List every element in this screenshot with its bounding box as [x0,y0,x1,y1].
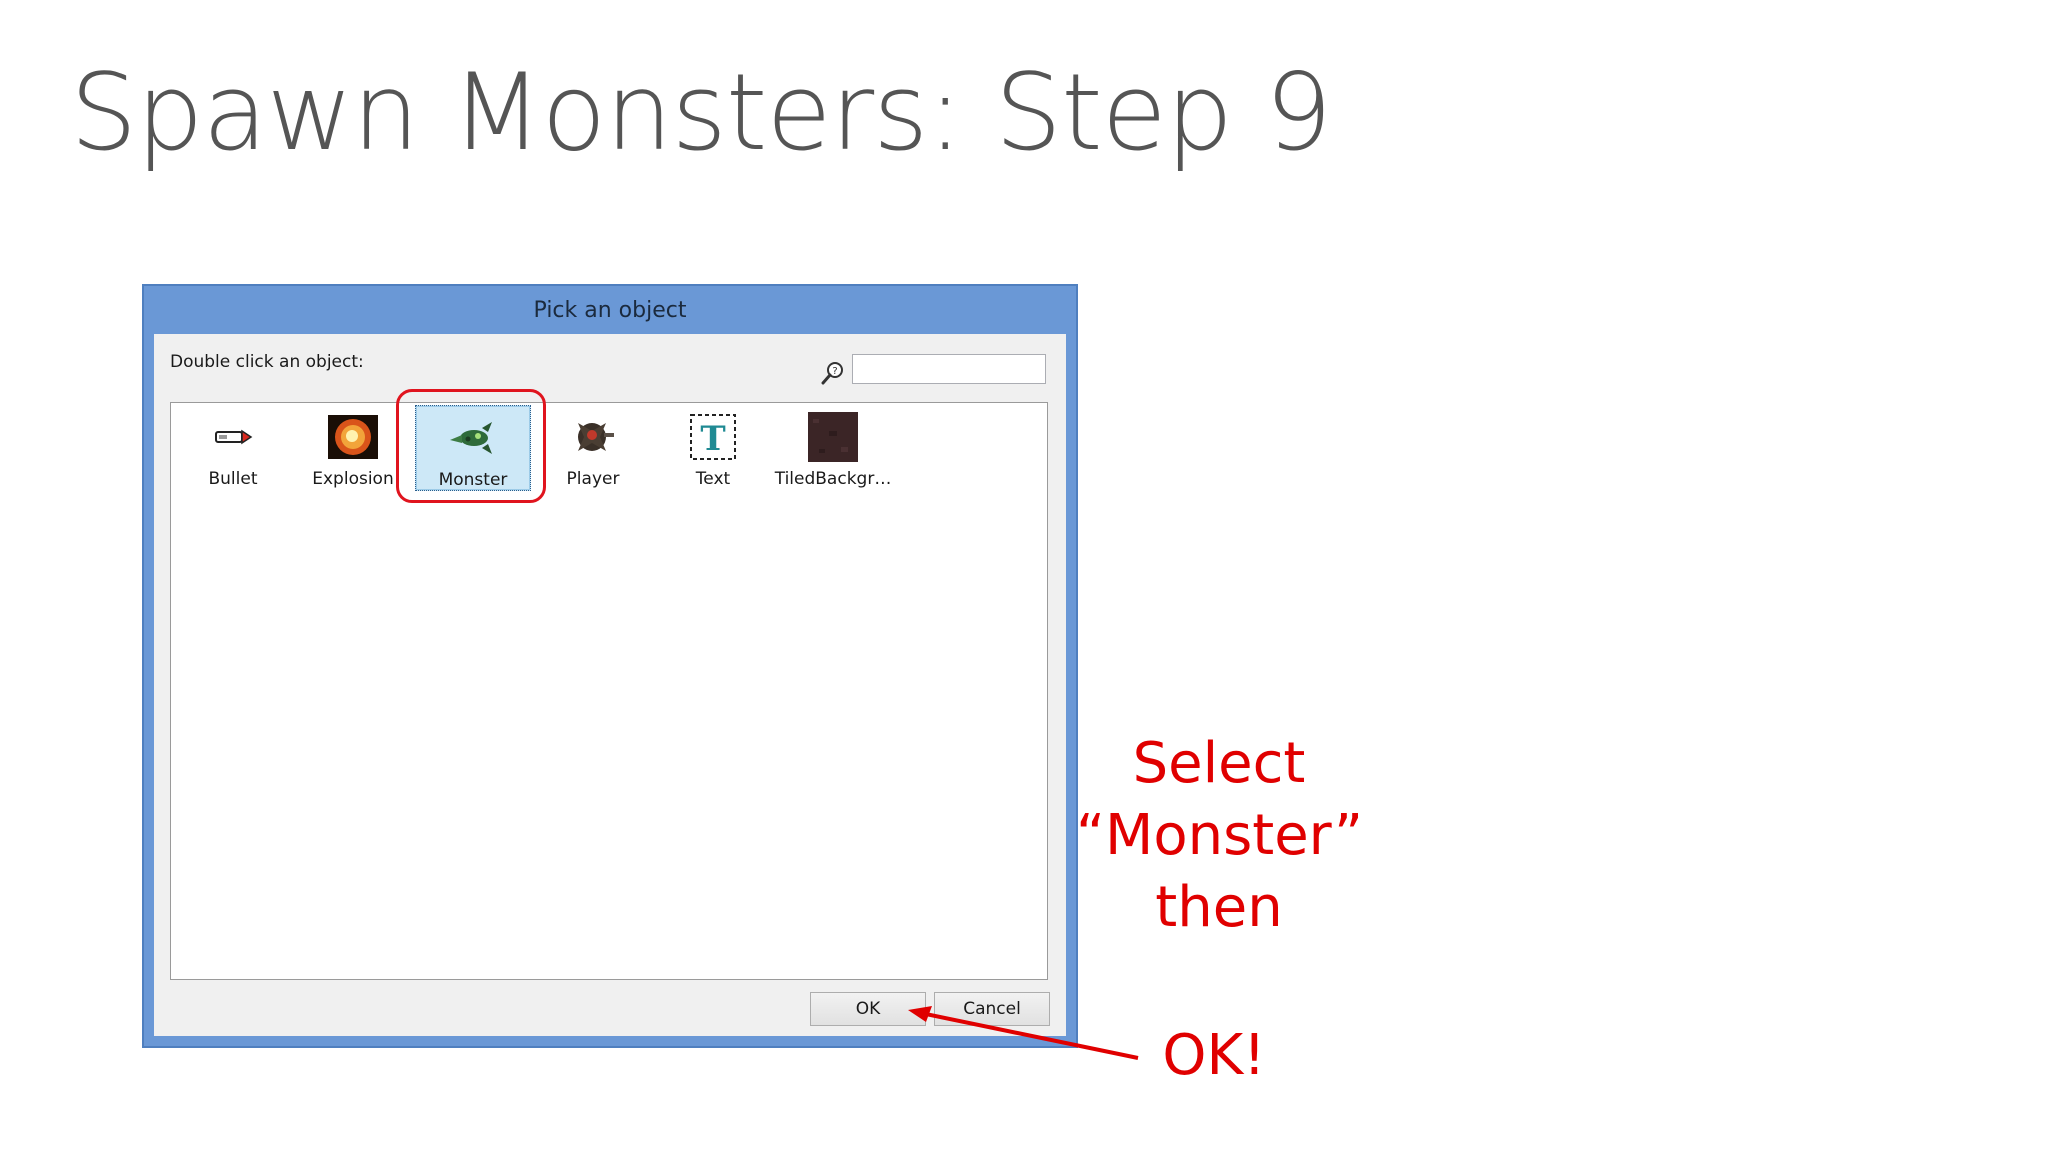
instruction-line: then [1155,875,1283,940]
object-label: TiledBackgr… [774,469,892,489]
object-item-tiled-background[interactable]: TiledBackgr… [775,405,891,491]
bullet-icon [207,411,259,463]
slide-title: Spawn Monsters: Step 9 [70,51,1332,174]
explosion-icon [327,411,379,463]
svg-text:T: T [700,419,725,459]
object-item-bullet[interactable]: Bullet [175,405,291,491]
player-icon [567,411,619,463]
pick-object-dialog: Pick an object Double click an object: ? [142,284,1078,1048]
search-icon[interactable]: ? [820,360,846,386]
object-item-text[interactable]: T Text [655,405,771,491]
dialog-title: Pick an object [533,297,687,323]
monster-highlight-ring [396,389,546,503]
ok-button[interactable]: OK [810,992,926,1026]
instruction-annotation: Select “Monster” then [1076,728,1364,944]
object-label: Text [695,469,731,489]
ok-callout: OK! [1162,1023,1266,1088]
text-icon: T [687,411,739,463]
prompt-label: Double click an object: [170,352,364,372]
object-item-explosion[interactable]: Explosion [295,405,411,491]
tiled-background-icon [807,411,859,463]
object-label: Player [566,469,620,489]
object-item-player[interactable]: Player [535,405,651,491]
svg-text:?: ? [832,366,837,377]
search-input[interactable] [852,354,1046,384]
instruction-line: “Monster” [1076,803,1364,868]
object-label: Explosion [312,469,394,489]
object-list[interactable]: Bullet Explosion Monster Player T Text T… [170,402,1048,980]
dialog-titlebar[interactable]: Pick an object [144,286,1076,334]
object-label: Bullet [208,469,258,489]
dialog-client-area: Double click an object: ? Bullet Explosi… [154,334,1066,1036]
cancel-button[interactable]: Cancel [934,992,1050,1026]
slide: Spawn Monsters: Step 9 Pick an object Do… [0,0,2048,1152]
instruction-line: Select [1132,731,1306,796]
